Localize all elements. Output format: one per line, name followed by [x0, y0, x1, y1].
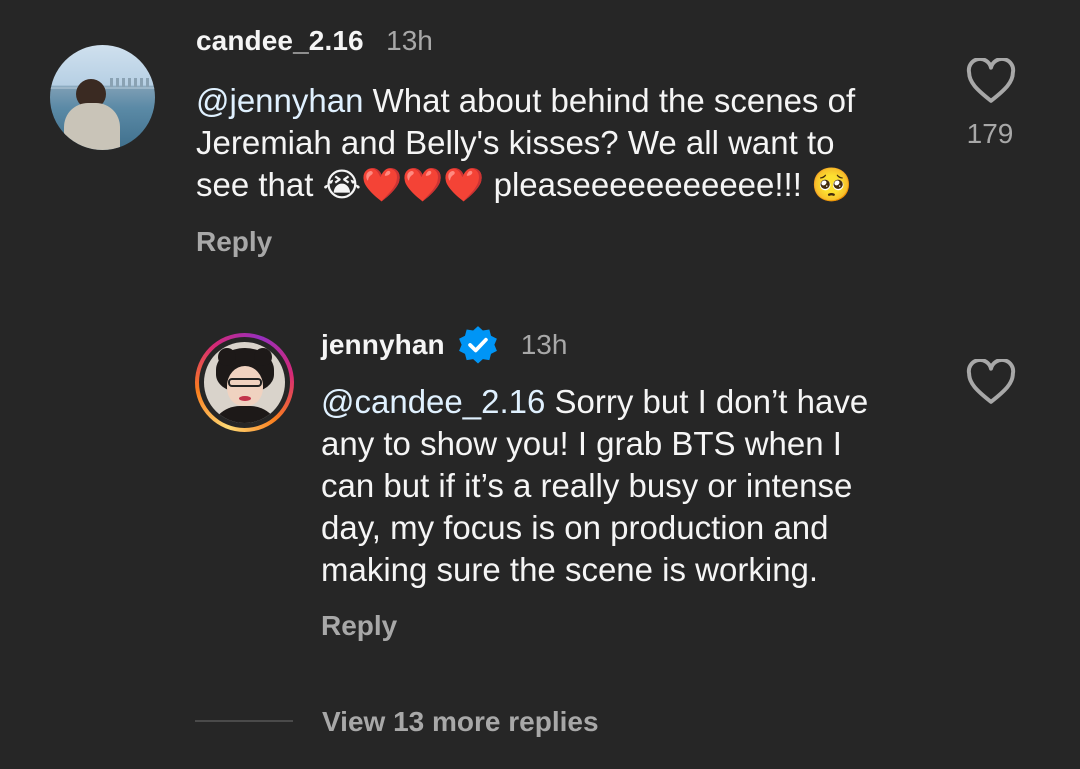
avatar-hair-curl	[218, 348, 236, 366]
comment-reply-button[interactable]: Reply	[196, 226, 272, 258]
reply-reply-button[interactable]: Reply	[321, 610, 397, 642]
comment-mention[interactable]: @jennyhan	[196, 82, 363, 119]
avatar-photo	[204, 342, 285, 423]
pleading-face-emoji-icon: 🥺	[811, 166, 853, 203]
avatar-candee[interactable]	[50, 45, 155, 150]
story-ring-gap	[199, 337, 290, 428]
reply-line-5: making sure the scene is working.	[321, 551, 819, 588]
verified-badge-icon	[458, 326, 497, 364]
crying-emoji-icon: 😭	[322, 166, 362, 203]
reply-line-3: can but if it’s a really busy or intense	[321, 467, 853, 504]
like-heart-icon[interactable]	[966, 58, 1016, 104]
reply-line-2: any to show you! I grab BTS when I	[321, 425, 842, 462]
reply-line-4: day, my focus is on production and	[321, 509, 829, 546]
avatar-shoulders	[210, 406, 280, 423]
like-count[interactable]: 179	[955, 118, 1025, 150]
reply-time: 13h	[520, 329, 568, 360]
comment-header: candee_2.16 13h	[196, 25, 433, 57]
reply-mention[interactable]: @candee_2.16	[321, 383, 545, 420]
comment-username[interactable]: candee_2.16	[196, 25, 364, 56]
like-heart-icon[interactable]	[966, 359, 1016, 405]
reply-username[interactable]: jennyhan	[321, 329, 445, 361]
avatar-glasses	[228, 378, 262, 387]
red-hearts-emoji-icon: ❤️❤️❤️	[361, 166, 485, 203]
reply-line-1: Sorry but I don’t have	[545, 383, 869, 420]
replies-divider	[195, 720, 293, 722]
reply-body: @candee_2.16 Sorry but I don’t have any …	[321, 381, 941, 591]
avatar-jennyhan[interactable]	[195, 333, 294, 432]
comment-line-2: Jeremiah and Belly's kisses? We all want…	[196, 124, 835, 161]
avatar-body	[64, 103, 120, 150]
comment-line-3a: see that	[196, 166, 323, 203]
reply-header: jennyhan 13h	[321, 324, 567, 366]
comment-body: @jennyhan What about behind the scenes o…	[196, 80, 936, 206]
comment-time: 13h	[386, 25, 433, 56]
comment-line-1: What about behind the scenes of	[363, 82, 856, 119]
avatar-lips	[239, 396, 251, 401]
avatar-hair-curl	[254, 348, 272, 366]
view-more-replies-button[interactable]: View 13 more replies	[322, 706, 599, 738]
avatar-skyline	[110, 78, 150, 87]
comment-line-3b: pleaseeeeeeeeeee!!!	[484, 166, 812, 203]
